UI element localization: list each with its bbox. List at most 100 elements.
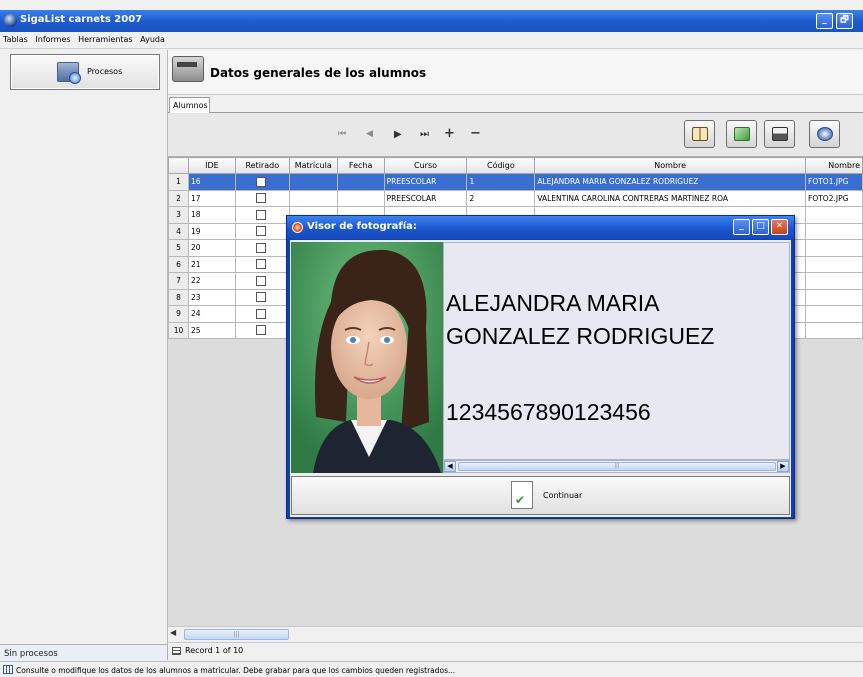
- menu-tablas[interactable]: Tablas: [0, 32, 30, 44]
- table-header: IDE Retirado Matrícula Fecha Curso Códig…: [168, 157, 863, 174]
- retirado-checkbox[interactable]: [255, 176, 266, 187]
- cell-foto[interactable]: FOTO1.JPG: [805, 173, 863, 191]
- row-number[interactable]: 9: [168, 305, 189, 323]
- scroll-right-icon[interactable]: ▶: [777, 461, 789, 472]
- save-button[interactable]: [764, 120, 795, 148]
- retirado-checkbox[interactable]: [255, 292, 266, 303]
- cell-foto[interactable]: [805, 255, 863, 273]
- restore-button[interactable]: 🗗: [836, 13, 853, 29]
- info-scroll-thumb[interactable]: |||: [458, 462, 776, 471]
- retirado-checkbox[interactable]: [255, 193, 266, 204]
- last-record-icon[interactable]: ⏭: [420, 129, 429, 140]
- menu-herramientas[interactable]: Herramientas: [75, 32, 135, 44]
- cell-ide[interactable]: 16: [187, 173, 236, 191]
- retirado-checkbox[interactable]: [255, 226, 266, 237]
- cell-foto[interactable]: FOTO2.JPG: [805, 189, 863, 207]
- prev-record-icon[interactable]: ◀: [366, 129, 373, 139]
- retirado-checkbox[interactable]: [255, 275, 266, 286]
- cell-retirado[interactable]: [234, 206, 290, 224]
- dialog-minimize-button[interactable]: _: [733, 219, 750, 235]
- cell-foto[interactable]: [805, 206, 863, 224]
- cell-nombre[interactable]: VALENTINA CAROLINA CONTRERAS MARTINEZ RO…: [534, 189, 806, 207]
- cell-foto[interactable]: [805, 239, 863, 257]
- cell-retirado[interactable]: [234, 305, 290, 323]
- procesos-button[interactable]: Procesos: [10, 54, 160, 90]
- cell-retirado[interactable]: [234, 272, 290, 290]
- column-header-retirado[interactable]: Retirado: [234, 157, 290, 174]
- cell-ide[interactable]: 23: [187, 288, 236, 306]
- tab-alumnos[interactable]: Alumnos: [169, 97, 210, 114]
- retirado-checkbox[interactable]: [255, 308, 266, 319]
- table-row[interactable]: 2 17 PREESCOLAR 2 VALENTINA CAROLINA CONTRER…: [168, 189, 863, 207]
- cell-codigo[interactable]: 1: [466, 173, 536, 191]
- cell-curso[interactable]: PREESCOLAR: [383, 173, 468, 191]
- retirado-checkbox[interactable]: [255, 242, 266, 253]
- cell-foto[interactable]: [805, 288, 863, 306]
- row-number[interactable]: 10: [168, 321, 189, 339]
- first-record-icon[interactable]: ⏮: [338, 129, 346, 139]
- cell-foto[interactable]: [805, 305, 863, 323]
- cell-ide[interactable]: 17: [187, 189, 236, 207]
- cell-retirado[interactable]: [234, 239, 290, 257]
- delete-record-icon[interactable]: −: [470, 126, 481, 141]
- refresh-button[interactable]: [726, 120, 757, 148]
- cell-matricula[interactable]: [288, 173, 338, 191]
- cell-codigo[interactable]: 2: [466, 189, 536, 207]
- cell-ide[interactable]: 21: [187, 255, 236, 273]
- dialog-maximize-button[interactable]: □: [752, 219, 769, 235]
- menu-informes[interactable]: Informes: [32, 32, 72, 44]
- column-header-ide[interactable]: IDE: [187, 157, 236, 174]
- scroll-left-icon[interactable]: ◀: [444, 461, 456, 472]
- cell-matricula[interactable]: [288, 189, 338, 207]
- column-header-codigo[interactable]: Código: [466, 157, 536, 174]
- row-number[interactable]: 8: [168, 288, 189, 306]
- add-record-icon[interactable]: +: [444, 126, 455, 141]
- row-number[interactable]: 1: [168, 173, 189, 191]
- retirado-checkbox[interactable]: [255, 259, 266, 270]
- cell-fecha[interactable]: [336, 173, 385, 191]
- row-number[interactable]: 7: [168, 272, 189, 290]
- row-number[interactable]: 5: [168, 239, 189, 257]
- cell-ide[interactable]: 25: [187, 321, 236, 339]
- grid-horizontal-scrollbar[interactable]: ◀ |||: [168, 626, 863, 641]
- book-button[interactable]: [684, 120, 715, 148]
- column-header-fecha[interactable]: Fecha: [336, 157, 385, 174]
- next-record-icon[interactable]: ▶: [394, 129, 402, 140]
- cell-ide[interactable]: 18: [187, 206, 236, 224]
- row-number[interactable]: 6: [168, 255, 189, 273]
- cell-foto[interactable]: [805, 222, 863, 240]
- column-header-curso[interactable]: Curso: [383, 157, 468, 174]
- cell-retirado[interactable]: [234, 173, 290, 191]
- info-horizontal-scrollbar[interactable]: ◀ ||| ▶: [443, 460, 790, 473]
- cell-retirado[interactable]: [234, 321, 290, 339]
- row-number[interactable]: 2: [168, 189, 189, 207]
- cell-retirado[interactable]: [234, 288, 290, 306]
- row-number[interactable]: 4: [168, 222, 189, 240]
- menu-ayuda[interactable]: Ayuda: [137, 32, 167, 44]
- table-row[interactable]: 1 16 PREESCOLAR 1 ALEJANDRA MARIA GONZALEZ R…: [168, 173, 863, 191]
- cell-ide[interactable]: 24: [187, 305, 236, 323]
- cell-retirado[interactable]: [234, 222, 290, 240]
- continuar-button[interactable]: Continuar: [291, 476, 790, 515]
- cell-curso[interactable]: PREESCOLAR: [383, 189, 468, 207]
- scroll-thumb[interactable]: |||: [184, 629, 289, 640]
- retirado-checkbox[interactable]: [255, 209, 266, 220]
- cell-retirado[interactable]: [234, 255, 290, 273]
- cell-ide[interactable]: 19: [187, 222, 236, 240]
- column-header-matricula[interactable]: Matrícula: [288, 157, 338, 174]
- cell-foto[interactable]: [805, 272, 863, 290]
- column-header-nombre[interactable]: Nombre: [534, 157, 806, 174]
- cell-fecha[interactable]: [336, 189, 385, 207]
- column-header-nombre-foto[interactable]: Nombre: [805, 157, 863, 174]
- retirado-checkbox[interactable]: [255, 325, 266, 336]
- exit-button[interactable]: [809, 120, 840, 148]
- dialog-close-button[interactable]: ✕: [771, 219, 788, 235]
- cell-retirado[interactable]: [234, 189, 290, 207]
- cell-ide[interactable]: 20: [187, 239, 236, 257]
- cell-foto[interactable]: [805, 321, 863, 339]
- cell-nombre[interactable]: ALEJANDRA MARIA GONZALEZ RODRIGUEZ: [534, 173, 806, 191]
- row-number[interactable]: 3: [168, 206, 189, 224]
- scroll-left-icon[interactable]: ◀: [170, 628, 183, 640]
- cell-ide[interactable]: 22: [187, 272, 236, 290]
- minimize-button[interactable]: _: [816, 13, 833, 29]
